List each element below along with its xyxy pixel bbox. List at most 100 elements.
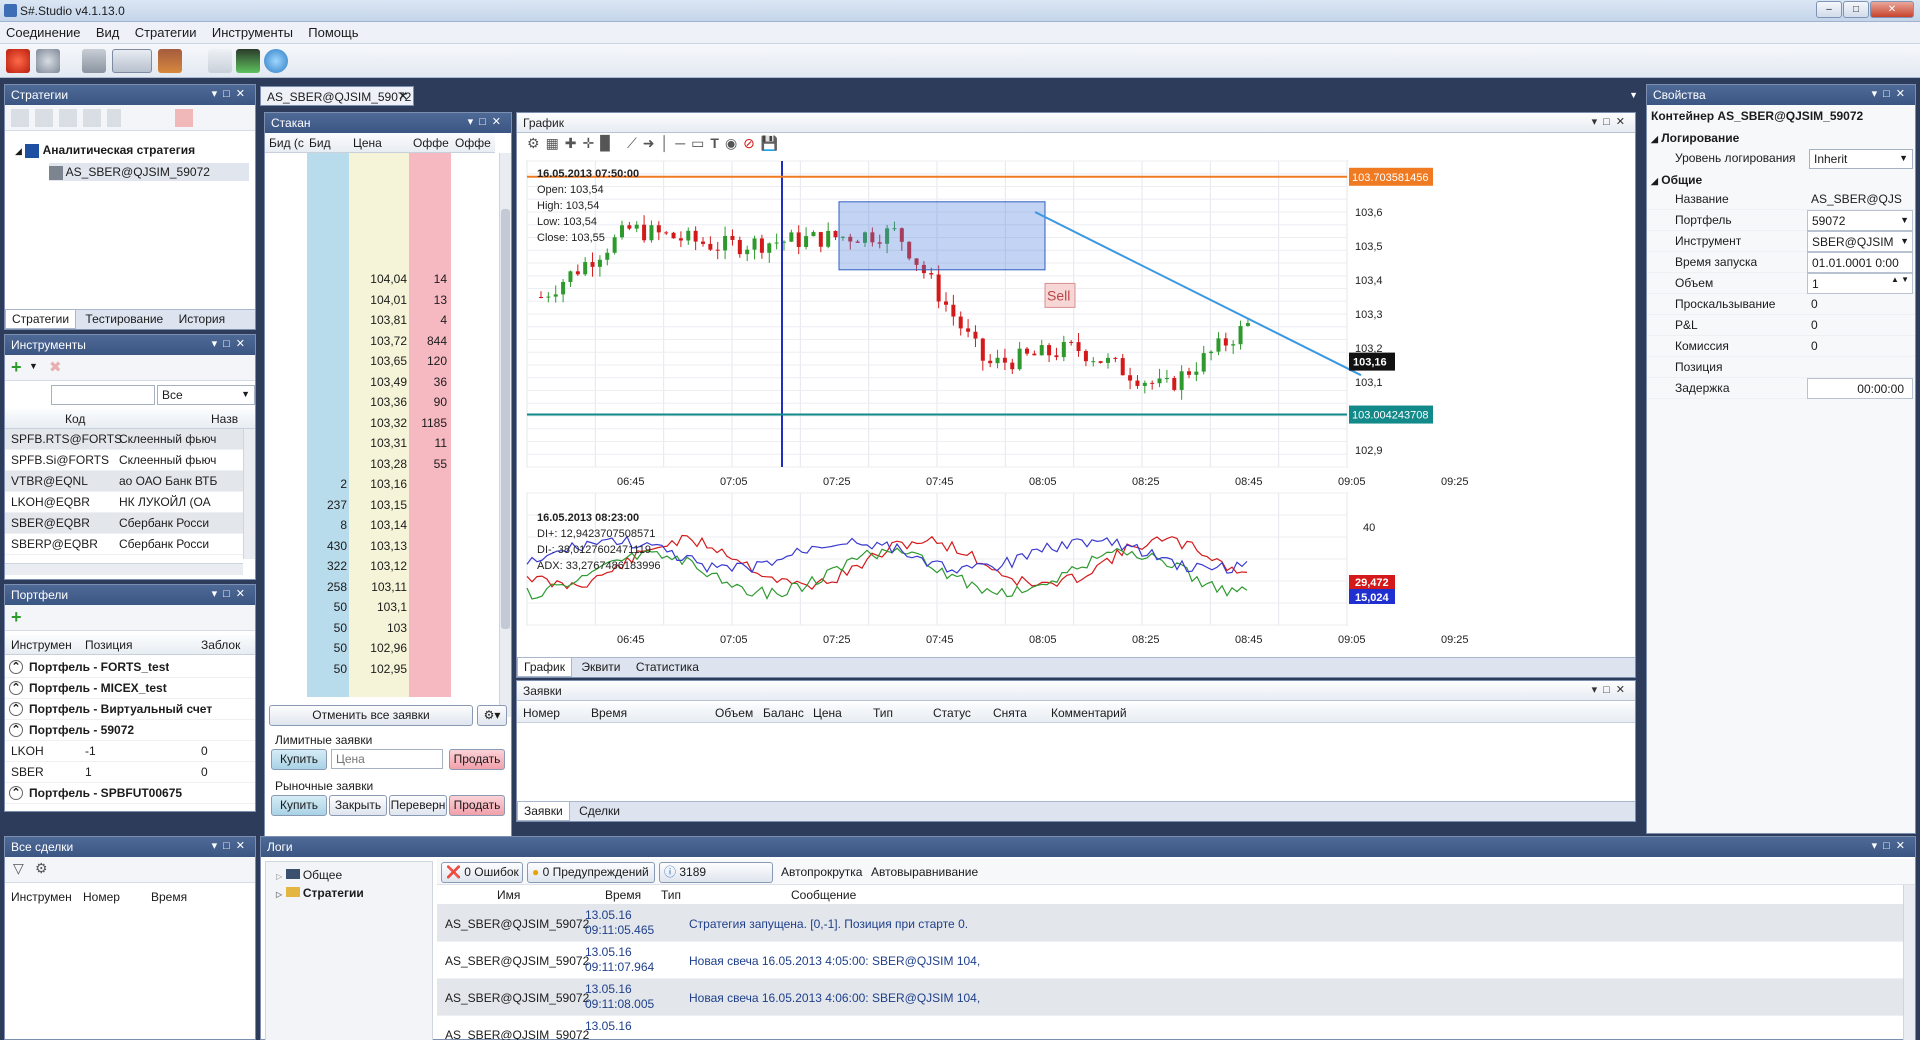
globe-icon[interactable] [264,49,288,73]
property-row[interactable]: Позиция [1647,357,1915,378]
orderbook-ask-row[interactable]: 103,28 55 [265,454,495,474]
limit-price-input[interactable] [331,749,443,769]
panel-controls-icon[interactable]: ▾□✕ [468,115,507,128]
orderbook-bid-row[interactable]: 8 103,14 [265,515,495,535]
column-type[interactable]: Тип [661,888,681,902]
close-icon[interactable]: ✕ [398,89,408,103]
instruments-hscrollbar[interactable] [5,563,243,575]
crosshair-icon[interactable]: ✚ [565,135,583,151]
property-value-field[interactable]: 00:00:00 [1807,378,1913,399]
column-time[interactable]: Время [605,888,641,902]
property-value-field[interactable]: SBER@QJSIM ▼ [1807,231,1913,252]
orders-column[interactable]: Цена [813,706,842,720]
panel-controls-icon[interactable]: ▾□✕ [212,87,251,100]
column-offer-own[interactable]: Оффе [455,136,491,150]
tab-equity[interactable]: Эквити [575,658,626,677]
panel-controls-icon[interactable]: ▾□✕ [1872,87,1911,100]
logs-tree-strategies[interactable]: ▷ Стратегии [276,886,364,900]
instrument-row[interactable]: SPFB.Si@FORTS Склеенный фьюч [5,450,243,471]
rectangle-icon[interactable]: ▭ [691,135,710,151]
portfolio-group[interactable]: ⌃ Портфель - SPBFUT00675 [5,783,255,804]
property-value-field[interactable]: 1 ▲ ▼ [1807,273,1913,294]
orderbook-ask-row[interactable]: 103,81 4 [265,310,495,330]
log-dropdown-icon[interactable] [112,49,152,73]
panel-controls-icon[interactable]: ▾□✕ [212,587,251,600]
collapse-icon[interactable]: ⌃ [9,660,23,674]
property-value-field[interactable]: 0 [1807,294,1913,315]
database-icon[interactable] [82,49,106,73]
section-general[interactable]: ◢ Общие [1651,173,1702,187]
tab-trades[interactable]: Сделки [573,802,626,821]
orderbook-ask-row[interactable]: 103,72 844 [265,331,495,351]
column-instrument[interactable]: Инструмен [11,638,72,652]
column-code[interactable]: Код [65,412,85,426]
strategy-actions-icon[interactable] [11,109,121,127]
orders-column[interactable]: Комментарий [1051,706,1127,720]
mail-icon[interactable] [208,49,232,73]
collapse-icon[interactable]: ⌃ [9,786,23,800]
strategy-tree-child[interactable]: AS_SBER@QJSIM_59072 [49,163,249,181]
indicators-icon[interactable]: ▉ [600,135,617,151]
portfolio-position-row[interactable]: SBER 1 0 [5,762,255,783]
market-close-button[interactable]: Закрыть [329,795,387,816]
add-portfolio-icon[interactable]: + [11,607,22,628]
orderbook-bid-row[interactable]: 258 103,11 [265,577,495,597]
portfolio-group[interactable]: ⌃ Портфель - Виртуальный счет [5,699,255,720]
column-bid[interactable]: Бид [309,136,331,150]
orderbook-bid-row[interactable]: 50 102,95 [265,659,495,679]
menu-help[interactable]: Помощь [302,22,364,40]
save-icon[interactable]: 💾 [761,135,784,151]
orderbook-ask-row[interactable]: 104,04 14 [265,269,495,289]
delete-drawings-icon[interactable]: ⊘ [743,135,761,151]
orders-column[interactable]: Баланс [763,706,804,720]
log-row[interactable]: AS_SBER@QJSIM_59072 13.05.16 09:11:08.005 Н… [437,979,1903,1016]
instrument-row[interactable]: SPFB.RTS@FORTS Склеенный фьюч [5,429,243,450]
property-value-field[interactable]: 59072 ▼ [1807,210,1913,231]
column-offer[interactable]: Оффе [413,136,449,150]
collapse-icon[interactable]: ⌃ [9,702,23,716]
property-row[interactable]: Объем 1 ▲ ▼ [1647,273,1915,294]
log-row[interactable]: AS_SBER@QJSIM_59072 13.05.16 09:11:07.964 Н… [437,942,1903,979]
column-price[interactable]: Цена [353,136,382,150]
chart-canvas[interactable]: Sell 16.05.2013 07:50:00 Open: 103,54 High:… [517,157,1635,657]
instruments-scrollbar[interactable] [243,429,255,559]
strategy-tree-root[interactable]: ◢ Аналитическая стратегия [15,143,195,158]
tab-testing[interactable]: Тестирование [79,310,169,329]
logs-scrollbar[interactable] [1903,885,1915,1040]
collapse-icon[interactable]: ⌃ [9,723,23,737]
property-value-field[interactable]: 0 [1807,315,1913,336]
stop-icon[interactable] [175,109,193,127]
terminal-icon[interactable] [236,49,260,73]
log-level-select[interactable]: Inherit ▼ [1809,149,1913,169]
orderbook-ask-row[interactable]: 103,65 120 [265,351,495,371]
orderbook-bid-row[interactable]: 50 102,96 [265,638,495,658]
spinner-icon[interactable]: ▲ ▼ [1891,275,1909,284]
arrow-icon[interactable]: ➜ [643,135,661,151]
autoalign-toggle[interactable]: Автовыравнивание [871,865,978,879]
collapse-icon[interactable]: ⌃ [9,681,23,695]
portfolio-group[interactable]: ⌃ Портфель - 59072 [5,720,255,741]
menu-connection[interactable]: Соединение [0,22,87,40]
log-row[interactable]: AS_SBER@QJSIM_59072 13.05.16 [437,1016,1903,1040]
orders-column[interactable]: Время [591,706,627,720]
portfolio-position-row[interactable]: LKOH -1 0 [5,741,255,762]
property-row[interactable]: Портфель 59072 ▼ [1647,210,1915,231]
logs-tree-general[interactable]: ▷ Общее [276,868,342,882]
orders-column[interactable]: Снята [993,706,1027,720]
chart-cursor-icon[interactable]: ▦ [546,135,565,151]
orderbook-bid-row[interactable]: 2 103,16 [265,474,495,494]
property-row[interactable]: Проскальзывание 0 [1647,294,1915,315]
menu-strategies[interactable]: Стратегии [129,22,203,40]
column-instrument[interactable]: Инструмен [11,890,72,904]
cancel-all-orders-button[interactable]: Отменить все заявки [269,705,473,726]
orders-column[interactable]: Тип [873,706,893,720]
log-row[interactable]: AS_SBER@QJSIM_59072 13.05.16 09:11:05.465 С… [437,905,1903,942]
property-row[interactable]: Задержка 00:00:00 [1647,378,1915,399]
add-instrument-icon[interactable]: + [11,357,22,378]
menu-view[interactable]: Вид [90,22,126,40]
tab-orders[interactable]: Заявки [517,802,570,821]
horizontal-line-icon[interactable]: ─ [675,135,691,151]
settings-icon[interactable] [36,49,60,73]
tab-statistics[interactable]: Статистика [630,658,705,677]
orders-column[interactable]: Номер [523,706,560,720]
